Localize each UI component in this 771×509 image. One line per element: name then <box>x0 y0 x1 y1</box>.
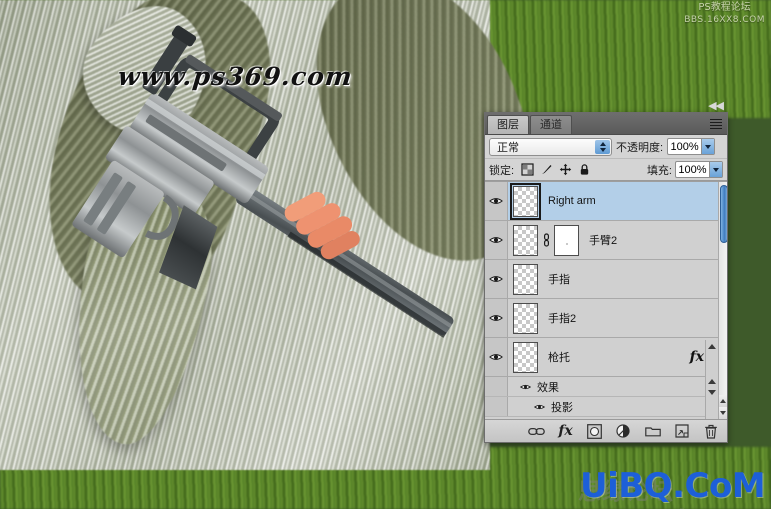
inner-scroll-down-icon[interactable] <box>708 390 716 395</box>
scrollbar-down-arrow-icon[interactable] <box>718 407 727 419</box>
layer-name[interactable]: 手臂2 <box>589 232 617 248</box>
opacity-dropdown-icon[interactable] <box>701 139 715 154</box>
eye-icon[interactable] <box>489 196 503 206</box>
delete-layer-button[interactable] <box>702 423 719 440</box>
scrollbar-thumb[interactable] <box>720 185 727 243</box>
scrollbar-up-arrow-icon[interactable] <box>718 395 727 407</box>
eye-icon[interactable] <box>489 274 503 284</box>
trash-icon <box>704 424 717 439</box>
half-filled-circle-icon <box>616 423 630 438</box>
watermark-bottom-main: UiBQ.CoM <box>580 466 766 506</box>
link-layers-button[interactable] <box>528 423 545 440</box>
layer-name[interactable]: 手指 <box>548 271 570 287</box>
blend-mode-spinner-icon[interactable] <box>595 139 610 154</box>
effect-drop-shadow-row[interactable]: 投影 <box>485 397 727 417</box>
effect-visibility-toggle[interactable] <box>534 403 545 411</box>
lock-transparent-pixels-icon[interactable] <box>521 163 534 176</box>
blend-mode-select[interactable]: 正常 <box>489 137 612 156</box>
layer-list[interactable]: Right arm 手臂2 手指 手指2 枪托 fx 效果 投影 <box>485 181 727 419</box>
eye-icon[interactable] <box>489 352 503 362</box>
chain-link-icon <box>528 427 545 435</box>
fill-label: 填充: <box>646 164 672 177</box>
tab-channels[interactable]: 通道 <box>530 115 572 134</box>
layer-visibility-toggle[interactable] <box>485 338 508 376</box>
opacity-input[interactable] <box>668 139 702 154</box>
layer-visibility-toggle[interactable] <box>485 182 508 220</box>
effects-row[interactable]: 效果 <box>485 377 727 397</box>
opacity-label: 不透明度: <box>616 141 664 154</box>
adjustment-layer-button[interactable] <box>615 423 632 440</box>
layers-panel: ◀◀ 图层 通道 正常 不透明度: 锁定: <box>484 100 728 443</box>
new-page-icon <box>674 424 689 438</box>
layer-row-finger-2[interactable]: 手指2 <box>485 299 727 338</box>
lock-label: 锁定: <box>489 164 515 177</box>
effect-name[interactable]: 投影 <box>551 399 573 415</box>
layer-name[interactable]: 手指2 <box>548 310 576 326</box>
layer-row-finger[interactable]: 手指 <box>485 260 727 299</box>
fx-icon: fx <box>558 423 573 439</box>
layer-thumbnail[interactable] <box>513 341 538 373</box>
blend-mode-value: 正常 <box>497 141 519 154</box>
screenshot-root: www.ps369.com PS教程论坛 BBS.16XX8.COM 思缘论坛 … <box>0 0 771 509</box>
fill-field[interactable] <box>675 161 723 178</box>
layer-name[interactable]: Right arm <box>548 195 596 207</box>
layer-row-gunstock[interactable]: 枪托 fx <box>485 338 727 377</box>
lock-row: 锁定: 填充: <box>485 159 727 181</box>
opacity-field[interactable] <box>667 138 716 155</box>
eye-icon[interactable] <box>489 235 503 245</box>
layer-name[interactable]: 枪托 <box>548 349 570 365</box>
layer-thumbnail[interactable] <box>513 263 538 295</box>
folder-icon <box>644 427 661 437</box>
collapse-arrows-icon[interactable]: ◀◀ <box>708 99 724 112</box>
mask-circle-icon <box>587 423 602 439</box>
layer-mask-thumbnail[interactable] <box>554 224 579 256</box>
lock-image-pixels-icon[interactable] <box>540 163 553 176</box>
new-layer-button[interactable] <box>673 423 690 440</box>
new-group-button[interactable] <box>644 423 661 440</box>
inner-scroll-column[interactable] <box>705 340 718 419</box>
layers-panel-bottom-bar: fx <box>485 419 727 442</box>
layers-scrollbar[interactable] <box>718 182 727 419</box>
lock-all-icon[interactable] <box>578 163 591 176</box>
layer-thumbnail[interactable] <box>513 302 538 334</box>
fx-badge-icon[interactable]: fx <box>690 349 704 365</box>
fill-input[interactable] <box>676 162 709 177</box>
layer-visibility-toggle[interactable] <box>485 221 508 259</box>
layer-thumbnail[interactable] <box>510 182 541 220</box>
tab-layers[interactable]: 图层 <box>487 115 529 134</box>
human-hand-fingers <box>284 191 360 260</box>
eye-icon[interactable] <box>489 313 503 323</box>
panel-tab-strip: ◀◀ 图层 通道 <box>485 100 727 135</box>
rifle-icon <box>72 25 454 338</box>
effect-name[interactable]: 效果 <box>537 379 559 395</box>
lock-position-icon[interactable] <box>559 163 572 176</box>
inner-scroll-up-2-icon[interactable] <box>708 379 716 384</box>
inner-scroll-up-icon[interactable] <box>708 344 716 349</box>
layer-row-right-arm[interactable]: Right arm <box>485 182 727 221</box>
blend-mode-row: 正常 不透明度: <box>485 135 727 159</box>
effect-visibility-toggle[interactable] <box>520 383 531 391</box>
add-layer-mask-button[interactable] <box>586 423 603 440</box>
effects-visibility-spacer <box>485 377 508 396</box>
layer-row-arm-2[interactable]: 手臂2 <box>485 221 727 260</box>
fill-dropdown-icon[interactable] <box>709 162 722 177</box>
panel-menu-icon[interactable] <box>708 119 722 130</box>
layer-visibility-toggle[interactable] <box>485 299 508 337</box>
link-icon[interactable] <box>541 233 551 247</box>
eye-icon[interactable] <box>520 383 531 391</box>
layer-visibility-toggle[interactable] <box>485 260 508 298</box>
eye-icon[interactable] <box>534 403 545 411</box>
layer-thumbnail[interactable] <box>513 224 538 256</box>
effect-visibility-spacer <box>485 397 508 416</box>
layer-style-button[interactable]: fx <box>557 423 574 440</box>
